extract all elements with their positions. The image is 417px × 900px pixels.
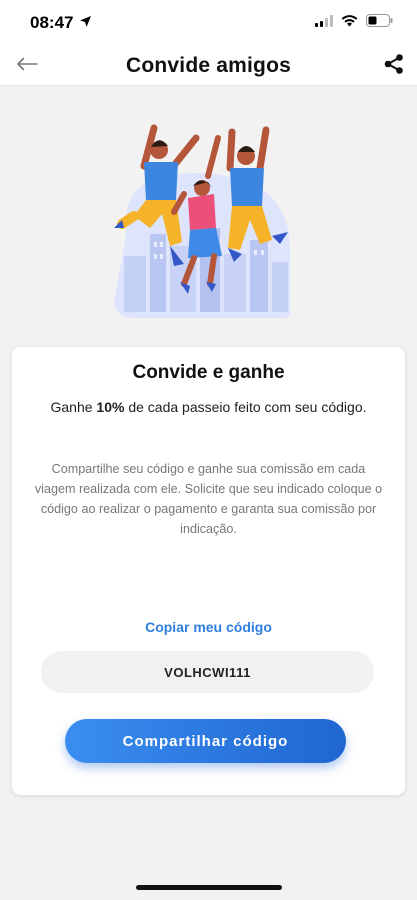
arrow-left-icon — [16, 57, 38, 76]
invite-card: Convide e ganhe Ganhe 10% de cada passei… — [12, 347, 405, 795]
share-icon — [383, 53, 405, 80]
page-title: Convide amigos — [126, 53, 291, 77]
status-icons — [315, 14, 393, 32]
location-arrow-icon — [79, 13, 92, 33]
card-title: Convide e ganhe — [132, 362, 285, 383]
card-description: Compartilhe seu código e ganhe sua comis… — [34, 462, 383, 536]
share-button[interactable] — [379, 51, 409, 81]
nav-header: Convide amigos — [0, 46, 417, 86]
status-time: 08:47 — [30, 13, 74, 32]
friends-jumping-illustration — [104, 116, 304, 322]
card-subtitle: Ganhe 10% de cada passeio feito com seu … — [12, 399, 405, 415]
back-button[interactable] — [12, 52, 42, 80]
subtitle-suffix: de cada passeio feito com seu código. — [124, 399, 367, 415]
subtitle-highlight: 10% — [96, 399, 125, 415]
cellular-signal-icon — [315, 14, 333, 32]
referral-code-field[interactable]: VOLHCWI111 — [41, 651, 374, 693]
subtitle-prefix: Ganhe — [50, 399, 97, 415]
home-indicator — [136, 885, 282, 890]
copy-code-link[interactable]: Copiar meu código — [12, 619, 405, 635]
share-code-button[interactable]: Compartilhar código — [65, 719, 346, 763]
battery-icon — [366, 14, 393, 32]
status-time-group: 08:47 — [30, 13, 92, 33]
status-bar: 08:47 — [0, 0, 417, 46]
wifi-icon — [341, 14, 358, 32]
